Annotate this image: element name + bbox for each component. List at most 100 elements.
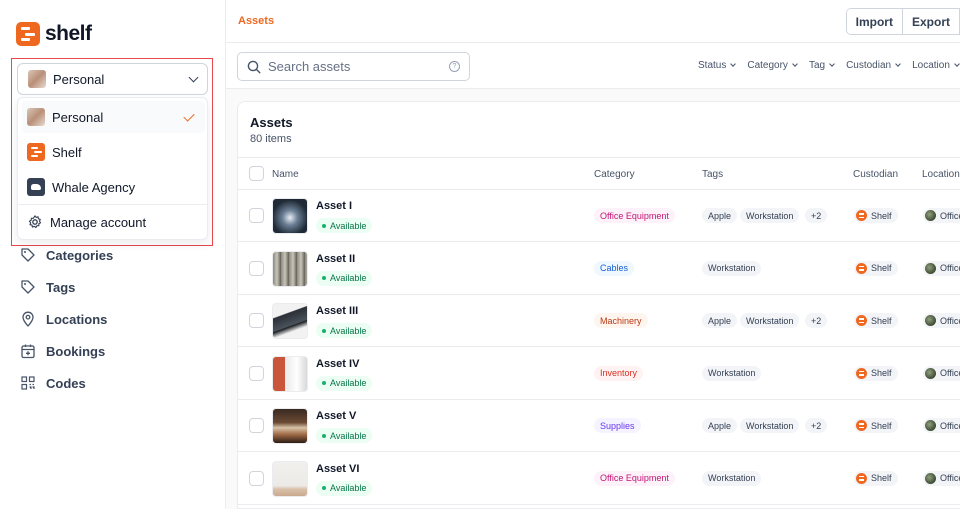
asset-name[interactable]: Asset III [316, 305, 358, 317]
category-badge: Office Equipment [594, 208, 675, 223]
asset-thumbnail[interactable] [272, 460, 308, 497]
tag-badge: +2 [805, 313, 828, 328]
manage-account-item[interactable]: Manage account [22, 206, 205, 238]
filter-dropdowns: Status Category Tag Custodian Location [698, 60, 960, 71]
asset-thumbnail[interactable] [272, 250, 308, 287]
filter-label: Tag [808, 60, 826, 71]
custodian-label: Shelf [871, 473, 892, 483]
brand-name: shelf [45, 22, 92, 45]
filter-tag[interactable]: Tag [808, 60, 835, 71]
asset-thumbnail[interactable] [272, 408, 308, 444]
workspace-option-personal[interactable]: Personal [22, 101, 205, 133]
shelf-logo[interactable]: shelf [16, 22, 92, 46]
breadcrumb[interactable]: Assets [238, 15, 274, 27]
status-label: Available [330, 378, 367, 388]
status-label: Available [330, 220, 367, 231]
select-all-checkbox[interactable] [249, 166, 264, 181]
tag-badge: Workstation [740, 208, 800, 223]
table-row[interactable]: Asset IV Available Inventory Workstation… [238, 348, 960, 400]
asset-name[interactable]: Asset V [316, 410, 356, 422]
import-button[interactable]: Import [846, 9, 902, 34]
asset-name[interactable]: Asset IV [316, 358, 359, 370]
check-icon [183, 109, 195, 122]
help-icon[interactable]: ? [449, 61, 460, 72]
asset-name[interactable]: Asset II [316, 253, 355, 265]
chevron-down-icon [829, 61, 835, 67]
tag-badge: Workstation [740, 418, 800, 433]
sidebar-item-label: Locations [46, 311, 108, 327]
search-input[interactable] [268, 59, 449, 74]
sidebar-item-bookings[interactable]: Bookings [20, 343, 105, 359]
map-pin-icon [22, 311, 34, 327]
workspace-option-shelf[interactable]: Shelf [22, 136, 205, 168]
location-badge: Office [923, 365, 960, 381]
location-badge: Office [923, 260, 960, 276]
export-button[interactable]: Export [901, 9, 959, 34]
status-badge: Available [316, 480, 373, 496]
sidebar-item-tags[interactable]: Tags [20, 279, 75, 295]
sidebar-item-locations[interactable]: Locations [20, 311, 107, 327]
asset-name[interactable]: Asset VI [316, 463, 359, 475]
whale-icon [27, 178, 45, 196]
top-bar: Assets Import Export [226, 0, 960, 43]
sidebar-item-codes[interactable]: Codes [20, 375, 86, 391]
filter-status[interactable]: Status [698, 60, 737, 71]
table-row[interactable]: Asset VI Available Office Equipment Work… [238, 453, 960, 505]
column-header-location[interactable]: Location [922, 169, 960, 180]
asset-thumbnail[interactable] [272, 198, 308, 234]
column-header-name[interactable]: Name [272, 169, 299, 180]
table-header: Name Category Tags Custodian Location [238, 157, 960, 190]
shelf-logo-icon [856, 367, 867, 379]
sidebar-item-categories[interactable]: Categories [20, 247, 113, 263]
shelf-logo-icon [856, 210, 867, 221]
status-badge: Available [316, 375, 373, 391]
status-badge: Available [316, 428, 373, 443]
workspace-select[interactable]: Personal [17, 63, 208, 95]
column-header-custodian[interactable]: Custodian [853, 169, 898, 180]
filter-custodian[interactable]: Custodian [846, 60, 901, 71]
filter-category[interactable]: Category [747, 60, 798, 71]
workspace-menu: Personal Shelf Whale Agency Manage accou… [17, 97, 208, 240]
column-header-category[interactable]: Category [594, 169, 635, 180]
tag-badge: +2 [805, 208, 828, 223]
row-checkbox[interactable] [249, 470, 264, 486]
main-content: Assets Import Export ? Status Category T… [226, 0, 960, 509]
row-checkbox[interactable] [249, 418, 264, 433]
status-label: Available [330, 325, 367, 336]
status-label: Available [330, 430, 367, 441]
tag-badge: Workstation [702, 470, 762, 486]
asset-name[interactable]: Asset I [316, 200, 352, 212]
row-checkbox[interactable] [249, 365, 264, 381]
chevron-down-icon [730, 61, 737, 67]
table-row[interactable]: Asset I Available Office Equipment Apple… [238, 190, 960, 242]
row-checkbox[interactable] [249, 260, 264, 276]
tag-badge: Apple [702, 208, 738, 223]
table-row[interactable]: Asset III Available Machinery Apple Works… [238, 295, 960, 347]
avatar [27, 108, 45, 126]
shelf-logo-icon [856, 315, 867, 326]
chevron-down-icon [954, 61, 960, 67]
calendar-plus-icon [21, 344, 35, 359]
location-label: Office [940, 263, 960, 273]
filter-label: Custodian [846, 60, 892, 71]
sidebar-item-label: Categories [46, 247, 114, 263]
asset-thumbnail[interactable] [272, 303, 308, 339]
category-badge: Supplies [594, 418, 641, 433]
asset-thumbnail[interactable] [272, 355, 308, 392]
table-row[interactable]: Asset V Available Supplies Apple Workstat… [238, 400, 960, 452]
table-row[interactable]: Asset II Available Cables Workstation Sh… [238, 243, 960, 295]
custodian-badge: Shelf [854, 313, 898, 328]
tag-badge: Apple [702, 418, 738, 433]
status-badge: Available [316, 218, 373, 233]
manage-account-label: Manage account [50, 214, 147, 230]
chevron-down-icon [895, 61, 901, 67]
workspace-option-whale-agency[interactable]: Whale Agency [22, 171, 205, 203]
filter-location[interactable]: Location [912, 60, 960, 71]
column-header-tags[interactable]: Tags [702, 169, 723, 180]
filter-label: Category [747, 60, 788, 71]
custodian-badge: Shelf [854, 418, 898, 433]
shelf-logo-icon [856, 472, 867, 484]
row-checkbox[interactable] [249, 313, 264, 328]
row-checkbox[interactable] [249, 208, 264, 223]
location-thumbnail-icon [925, 315, 936, 326]
